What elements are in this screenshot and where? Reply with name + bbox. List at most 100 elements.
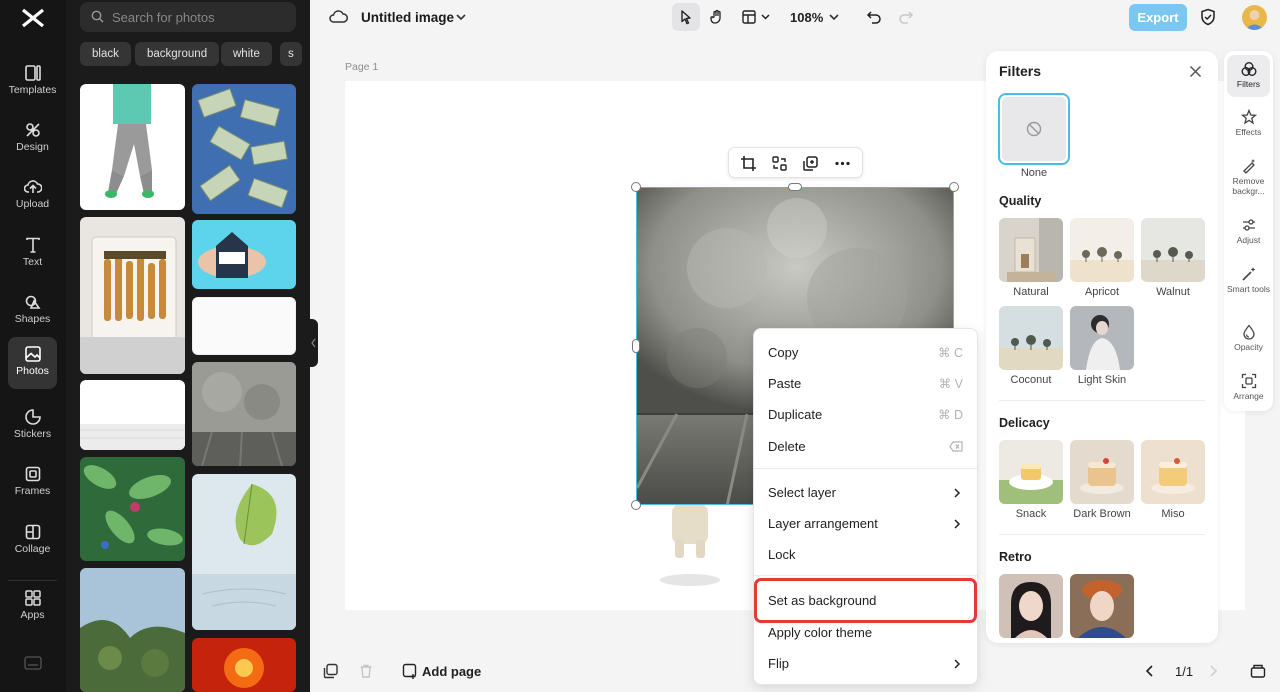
pages-panel-icon[interactable]: [1250, 663, 1266, 679]
chip-more[interactable]: s: [280, 42, 302, 66]
tool-remove-background[interactable]: Remove backgr...: [1227, 158, 1270, 196]
resize-handle-top[interactable]: [788, 183, 802, 191]
filter-thumb-retro-1[interactable]: [999, 574, 1063, 638]
filter-thumb-walnut[interactable]: [1141, 218, 1205, 282]
undo-button[interactable]: [860, 3, 888, 31]
tool-label: Arrange: [1233, 391, 1264, 401]
dog-image: [660, 504, 720, 586]
tool-arrange[interactable]: Arrange: [1227, 373, 1270, 402]
duplicate-icon[interactable]: [802, 155, 819, 172]
photo-thumb-open-house[interactable]: [192, 220, 296, 289]
chevron-right-icon[interactable]: [1207, 663, 1219, 679]
shield-icon[interactable]: [1200, 8, 1216, 26]
resize-handle-tr[interactable]: [949, 182, 959, 192]
resize-handle-tl[interactable]: [631, 182, 641, 192]
right-tool-strip: Filters Effects Remove backgr... Adjust …: [1224, 51, 1273, 411]
chevron-down-icon[interactable]: [455, 12, 467, 22]
rail-item-templates[interactable]: Templates: [8, 56, 57, 106]
remove-background-icon: [1242, 159, 1255, 174]
filter-none[interactable]: [998, 93, 1070, 165]
tool-label: Adjust: [1236, 235, 1261, 245]
app-logo-icon[interactable]: [20, 7, 46, 29]
resize-handle-left[interactable]: [632, 339, 640, 353]
section-title-retro: Retro: [999, 550, 1032, 564]
rail-item-design[interactable]: Design: [8, 113, 57, 163]
rail-item-stickers[interactable]: Stickers: [8, 400, 57, 450]
close-icon[interactable]: [1189, 65, 1202, 78]
cloud-save-icon[interactable]: [329, 9, 348, 25]
photo-thumb-leaves[interactable]: [80, 457, 185, 561]
select-tool-button[interactable]: [672, 3, 700, 31]
tool-label: Opacity: [1234, 342, 1263, 352]
photo-thumb-leaf-water[interactable]: [192, 474, 296, 630]
photo-thumb-carrots[interactable]: [80, 217, 185, 374]
opacity-icon: [1242, 324, 1255, 340]
filter-thumb-snack[interactable]: [999, 440, 1063, 504]
photo-thumb-tree[interactable]: [80, 568, 185, 692]
trash-icon[interactable]: [358, 663, 374, 679]
chip-background[interactable]: background: [135, 42, 220, 66]
photo-thumb-grunge-room[interactable]: [192, 362, 296, 466]
hand-tool-button[interactable]: [703, 3, 731, 31]
filter-thumb-dark-brown[interactable]: [1070, 440, 1134, 504]
tool-effects[interactable]: Effects: [1227, 109, 1270, 138]
more-icon[interactable]: [834, 155, 851, 172]
rail-item-upload[interactable]: Upload: [8, 170, 57, 220]
filter-thumb-coconut[interactable]: [999, 306, 1063, 370]
duplicate-page-icon[interactable]: [323, 663, 339, 679]
menu-item-delete[interactable]: Delete: [754, 431, 977, 461]
crop-icon[interactable]: [740, 155, 757, 172]
menu-item-copy[interactable]: Copy ⌘ C: [754, 337, 977, 367]
photo-thumb-fire[interactable]: [192, 638, 296, 692]
filter-thumb-apricot[interactable]: [1070, 218, 1134, 282]
add-page-button[interactable]: Add page: [422, 664, 481, 679]
add-page-icon[interactable]: [402, 663, 418, 679]
menu-item-lock[interactable]: Lock: [754, 539, 977, 569]
rail-item-apps[interactable]: Apps: [8, 580, 57, 630]
photo-thumb-white[interactable]: [192, 297, 296, 355]
user-avatar[interactable]: [1242, 5, 1267, 30]
rail-item-frames[interactable]: Frames: [8, 457, 57, 507]
document-title[interactable]: Untitled image: [361, 10, 454, 25]
tool-filters[interactable]: Filters: [1227, 55, 1270, 97]
rail-item-photos[interactable]: Photos: [8, 337, 57, 389]
menu-item-select-layer[interactable]: Select layer: [754, 477, 977, 507]
menu-item-paste[interactable]: Paste ⌘ V: [754, 368, 977, 398]
tool-smart-tools[interactable]: Smart tools: [1227, 266, 1270, 295]
undo-icon: [866, 11, 881, 24]
photo-thumb-money[interactable]: [192, 84, 296, 214]
layout-menu-button[interactable]: [738, 3, 776, 31]
filter-thumb-natural[interactable]: [999, 218, 1063, 282]
rail-item-text[interactable]: Text: [8, 228, 57, 278]
keyboard-icon[interactable]: [24, 656, 42, 670]
filter-thumb-light-skin[interactable]: [1070, 306, 1134, 370]
tool-adjust[interactable]: Adjust: [1227, 217, 1270, 246]
menu-item-label: Select layer: [768, 485, 836, 500]
photo-search-box[interactable]: [80, 2, 296, 32]
replace-icon[interactable]: [771, 155, 788, 172]
filter-thumb-retro-2[interactable]: [1070, 574, 1134, 638]
filters-icon: [1241, 62, 1256, 76]
chevron-left-icon[interactable]: [1144, 663, 1156, 679]
photo-thumb-white-room[interactable]: [80, 380, 185, 450]
menu-item-label: Delete: [768, 439, 806, 454]
filter-label: Natural: [1013, 286, 1049, 298]
menu-item-layer-arrangement[interactable]: Layer arrangement: [754, 508, 977, 538]
rail-item-shapes[interactable]: Shapes: [8, 285, 57, 335]
resize-handle-bl[interactable]: [631, 500, 641, 510]
redo-button[interactable]: [892, 3, 920, 31]
panel-collapse-handle[interactable]: [310, 319, 318, 367]
photo-thumb-person[interactable]: [80, 84, 185, 210]
export-button[interactable]: Export: [1129, 4, 1187, 31]
chip-black[interactable]: black: [80, 42, 131, 66]
search-input[interactable]: [112, 2, 292, 32]
tool-opacity[interactable]: Opacity: [1227, 324, 1270, 353]
chip-white[interactable]: white: [221, 42, 272, 66]
chevron-down-icon[interactable]: [828, 12, 840, 22]
filter-thumb-miso[interactable]: [1141, 440, 1205, 504]
menu-item-duplicate[interactable]: Duplicate ⌘ D: [754, 399, 977, 429]
filter-label: Light Skin: [1077, 374, 1127, 386]
context-menu: Copy ⌘ C Paste ⌘ V Duplicate ⌘ D Delete …: [753, 328, 978, 685]
zoom-level[interactable]: 108%: [790, 10, 823, 25]
rail-item-collage[interactable]: Collage: [8, 515, 57, 565]
